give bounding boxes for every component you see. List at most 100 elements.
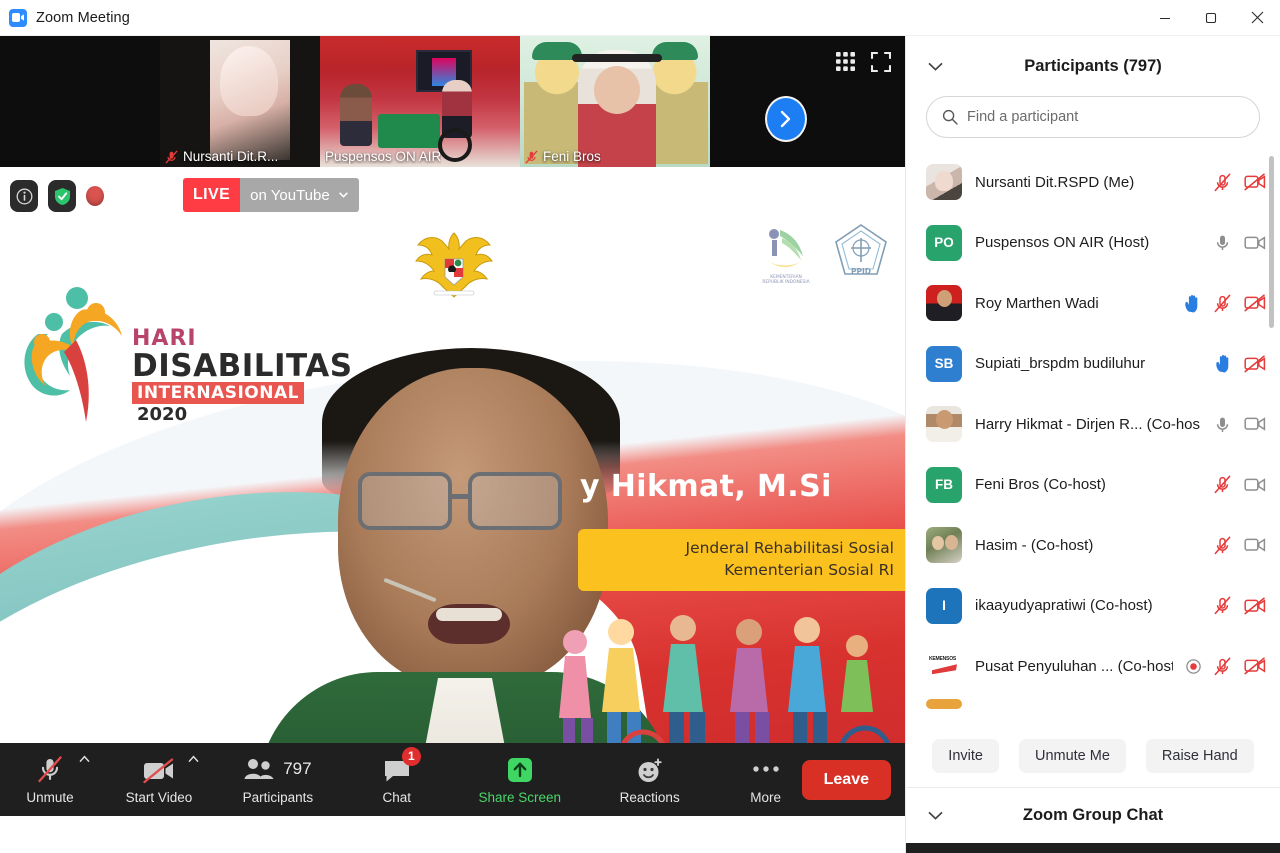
avatar — [926, 164, 962, 201]
mic-muted-icon[interactable] — [1213, 536, 1232, 555]
avatar-initials: FB — [935, 477, 953, 493]
slide-speaker-title-line-1: Jenderal Rehabilitasi Sosial — [685, 539, 895, 557]
invite-button[interactable]: Invite — [932, 738, 999, 773]
thumbnail-name-badge: Feni Bros — [525, 149, 601, 164]
list-item[interactable]: KEMENSOS Pusat Penyuluhan ... (Co-host) — [906, 636, 1280, 697]
mic-muted-icon[interactable] — [1213, 173, 1232, 192]
reactions-icon — [636, 754, 664, 784]
close-icon[interactable] — [1234, 0, 1280, 36]
participant-status-icons — [1213, 415, 1266, 434]
thumbnail-strip: Nursanti Dit.R... Puspensos ON AIR Feni … — [0, 36, 905, 167]
chevron-down-icon[interactable] — [928, 62, 943, 71]
raise-hand-button[interactable]: Raise Hand — [1145, 738, 1254, 773]
share-screen-label: Share Screen — [478, 790, 562, 805]
list-item[interactable]: FB Feni Bros (Co-host) — [906, 455, 1280, 516]
video-off-icon[interactable] — [1244, 597, 1266, 615]
participant-name: Puspensos ON AIR (Host) — [975, 234, 1150, 252]
recording-indicator-icon — [1186, 659, 1201, 674]
thumbnail-tile[interactable]: Feni Bros — [520, 36, 710, 167]
grid-view-icon[interactable] — [836, 52, 855, 72]
chevron-up-icon[interactable] — [188, 754, 199, 763]
list-item[interactable]: Hasim - (Co-host) — [906, 515, 1280, 576]
chat-panel-title: Zoom Group Chat — [1022, 806, 1164, 824]
next-page-button[interactable] — [765, 96, 807, 142]
share-screen-button[interactable]: Share Screen — [470, 749, 570, 811]
participant-scroll-track[interactable] — [1269, 152, 1277, 724]
participant-status-icons — [1213, 475, 1266, 494]
record-dot-icon[interactable] — [86, 186, 104, 206]
participant-status-icons — [1215, 354, 1266, 373]
thumbnail-tile[interactable]: Puspensos ON AIR — [320, 36, 520, 167]
hdi-year: 2020 — [137, 404, 188, 425]
list-item[interactable] — [906, 697, 1280, 711]
maximize-icon[interactable] — [1188, 0, 1234, 36]
participants-label: Participants — [242, 790, 314, 805]
video-off-icon[interactable] — [1244, 657, 1266, 675]
reactions-button[interactable]: Reactions — [607, 749, 693, 811]
start-video-button[interactable]: Start Video — [123, 749, 199, 811]
minimize-icon[interactable] — [1142, 0, 1188, 36]
list-item[interactable]: SB Supiati_brspdm budiluhur — [906, 334, 1280, 395]
video-off-icon[interactable] — [1244, 355, 1266, 373]
video-off-icon[interactable] — [1244, 294, 1266, 312]
avatar: SB — [926, 345, 962, 382]
video-on-icon[interactable] — [1244, 476, 1266, 494]
list-item[interactable]: I ikaayudyapratiwi (Co-host) — [906, 576, 1280, 637]
eyeglasses-bridge — [452, 494, 470, 499]
slide-speaker-title-box: Jenderal Rehabilitasi Sosial Kementerian… — [578, 529, 905, 591]
zoom-meeting-window: Zoom Meeting Nursanti Dit.R... Puspensos… — [0, 0, 1280, 853]
participants-button[interactable]: 797 Participants — [232, 749, 324, 811]
participant-status-icons — [1186, 657, 1266, 676]
search-input[interactable] — [967, 109, 1244, 125]
more-dots-icon — [752, 754, 780, 784]
participant-list[interactable]: Nursanti Dit.RSPD (Me) PO Puspensos ON A… — [906, 152, 1280, 724]
list-item[interactable]: Roy Marthen Wadi — [906, 273, 1280, 334]
meeting-toolbar: Unmute Start Video 797 Participants Chat… — [0, 743, 905, 816]
participant-name: Supiati_brspdm budiluhur — [975, 355, 1146, 373]
svg-text:REPUBLIK INDONESIA: REPUBLIK INDONESIA — [762, 279, 809, 284]
participant-name: Feni Bros (Co-host) — [975, 476, 1106, 494]
mic-on-icon[interactable] — [1213, 233, 1232, 252]
participants-count: 797 — [283, 759, 312, 778]
participant-name: Pusat Penyuluhan ... (Co-host) — [975, 657, 1173, 675]
window-title: Zoom Meeting — [36, 9, 130, 26]
wheelchair-graphic — [438, 128, 472, 162]
studio-person — [340, 84, 372, 146]
mic-on-icon[interactable] — [1213, 415, 1232, 434]
shield-check-icon[interactable] — [48, 180, 76, 212]
unmute-me-button[interactable]: Unmute Me — [1018, 738, 1126, 773]
live-platform-group[interactable]: on YouTube — [240, 178, 359, 212]
live-platform: on YouTube — [250, 186, 330, 204]
chevron-up-icon[interactable] — [79, 754, 90, 763]
chevron-down-icon[interactable] — [928, 811, 943, 820]
more-button[interactable]: More — [730, 749, 802, 811]
video-on-icon[interactable] — [1244, 415, 1266, 433]
thumbnail-tile[interactable]: Nursanti Dit.R... — [160, 36, 320, 167]
chat-button[interactable]: Chat 1 — [361, 746, 433, 811]
participant-search-wrap — [906, 96, 1280, 152]
avatar — [926, 285, 962, 322]
list-item[interactable]: PO Puspensos ON AIR (Host) — [906, 213, 1280, 274]
mic-muted-icon[interactable] — [1213, 596, 1232, 615]
fullscreen-icon[interactable] — [871, 52, 891, 72]
mic-muted-icon — [525, 149, 538, 164]
raise-hand-icon[interactable] — [1184, 294, 1201, 313]
raise-hand-icon[interactable] — [1215, 354, 1232, 373]
chat-panel-header[interactable]: Zoom Group Chat — [906, 788, 1280, 843]
leave-button[interactable]: Leave — [801, 759, 891, 800]
list-item[interactable]: Nursanti Dit.RSPD (Me) — [906, 152, 1280, 213]
info-icon[interactable] — [10, 180, 38, 212]
video-on-icon[interactable] — [1244, 234, 1266, 252]
chevron-down-icon — [338, 192, 348, 198]
mic-muted-icon[interactable] — [1213, 294, 1232, 313]
mic-muted-icon[interactable] — [1213, 657, 1232, 676]
list-item[interactable]: Harry Hikmat - Dirjen R... (Co-host) — [906, 394, 1280, 455]
live-stream-badge[interactable]: LIVE on YouTube — [183, 178, 359, 212]
participant-scrollbar[interactable] — [1269, 156, 1274, 328]
unmute-button[interactable]: Unmute — [14, 749, 90, 811]
video-off-icon[interactable] — [1244, 173, 1266, 191]
ministry-logos: KEMENTERIAN REPUBLIK INDONESIA PPID — [758, 222, 890, 284]
video-on-icon[interactable] — [1244, 536, 1266, 554]
participant-search[interactable] — [926, 96, 1260, 138]
mic-muted-icon[interactable] — [1213, 475, 1232, 494]
